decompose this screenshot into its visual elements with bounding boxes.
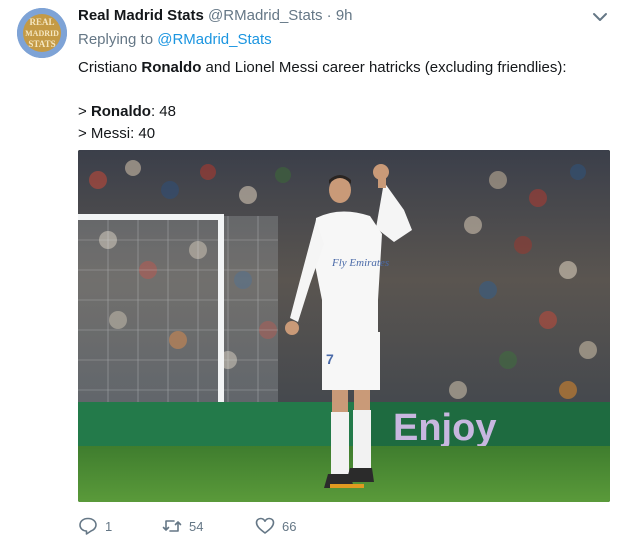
tweet: REAL MADRID STATS Real Madrid Stats @RMa… [0, 0, 620, 543]
reply-button[interactable]: 1 [78, 516, 162, 536]
jersey-sponsor: Fly Emirates [331, 257, 389, 269]
tweet-header: Real Madrid Stats @RMadrid_Stats · 9h [78, 7, 353, 25]
retweet-count: 54 [189, 518, 204, 534]
tweet-line-1: Cristiano Ronaldo and Lionel Messi caree… [78, 59, 567, 76]
retweet-button[interactable]: 54 [162, 516, 255, 536]
avatar-text-1: REAL [29, 17, 54, 27]
tweet-actions: 1 54 66 [78, 515, 296, 537]
avatar-logo-icon: REAL MADRID STATS [17, 8, 67, 58]
tweet-line-2: > Ronaldo: 48 [78, 103, 176, 120]
player-photo: Enjoy Fly Emirates 7 [78, 150, 610, 502]
chevron-down-icon[interactable] [589, 6, 611, 28]
jersey-number: 7 [326, 351, 334, 367]
like-button[interactable]: 66 [255, 516, 296, 536]
user-handle[interactable]: @RMadrid_Stats [208, 7, 322, 24]
replying-handle-link[interactable]: @RMadrid_Stats [157, 31, 271, 48]
avatar-text-3: STATS [28, 39, 55, 49]
avatar[interactable]: REAL MADRID STATS [17, 8, 67, 58]
separator-dot: · [326, 7, 332, 24]
tweet-photo[interactable]: Enjoy Fly Emirates 7 [78, 150, 610, 502]
avatar-text-2: MADRID [25, 29, 59, 38]
display-name[interactable]: Real Madrid Stats [78, 7, 204, 24]
retweet-icon [162, 520, 182, 532]
replying-to: Replying to @RMadrid_Stats [78, 31, 272, 48]
tweet-time[interactable]: 9h [336, 7, 353, 24]
like-count: 66 [282, 518, 297, 534]
reply-icon [79, 517, 97, 535]
reply-count: 1 [105, 518, 113, 534]
tweet-line-3: > Messi: 40 [78, 125, 156, 142]
tweet-text: Cristiano Ronaldo and Lionel Messi caree… [78, 57, 598, 145]
heart-icon [255, 517, 275, 534]
replying-prefix: Replying to [78, 31, 154, 48]
board-text: Enjoy [393, 407, 496, 449]
